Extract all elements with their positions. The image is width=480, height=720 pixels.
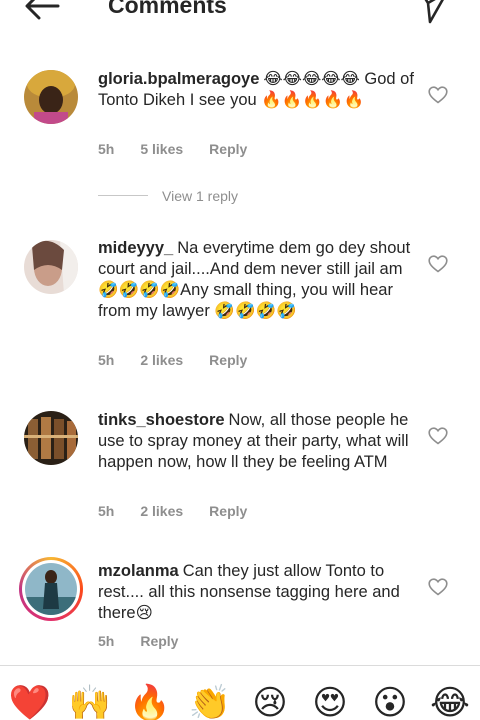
comment-time: 5h bbox=[98, 352, 115, 368]
back-arrow-icon[interactable] bbox=[22, 0, 62, 24]
send-icon[interactable] bbox=[418, 0, 450, 24]
comment-likes[interactable]: 2 likes bbox=[140, 352, 183, 368]
emoji-quick-bar: ❤️ 🙌 🔥 👏 😢 😍 😮 😂 bbox=[0, 665, 480, 720]
comment-meta: 5h 5 likes Reply bbox=[98, 141, 273, 157]
avatar[interactable] bbox=[24, 240, 78, 294]
avatar[interactable] bbox=[24, 411, 78, 465]
heart-emoji-button[interactable]: ❤️ bbox=[8, 683, 52, 720]
avatar bbox=[25, 563, 77, 615]
like-heart-icon[interactable] bbox=[428, 427, 448, 445]
story-ring-avatar[interactable] bbox=[19, 557, 83, 621]
header: Comments bbox=[0, 0, 480, 30]
reply-button[interactable]: Reply bbox=[209, 503, 247, 519]
fire-emoji-button[interactable]: 🔥 bbox=[128, 683, 172, 720]
like-heart-icon[interactable] bbox=[428, 86, 448, 104]
reply-button[interactable]: Reply bbox=[140, 633, 178, 649]
comment-meta: 5h 2 likes Reply bbox=[98, 352, 273, 368]
like-heart-icon[interactable] bbox=[428, 255, 448, 273]
surprised-emoji-button[interactable]: 😮 bbox=[368, 683, 412, 720]
comment-username[interactable]: tinks_shoestore bbox=[98, 411, 225, 429]
divider-line bbox=[98, 195, 148, 196]
clapping-emoji-button[interactable]: 👏 bbox=[188, 683, 232, 720]
reply-button[interactable]: Reply bbox=[209, 141, 247, 157]
laughing-emoji-button[interactable]: 😂 bbox=[428, 683, 472, 720]
comment-text-block: mideyyy_ Na everytime dem go dey shout co… bbox=[98, 238, 414, 322]
comment-text-block: tinks_shoestore Now, all those people he … bbox=[98, 410, 414, 473]
comment-text-block: gloria.bpalmeragoye 😂😂😂😂😂 God of Tonto Di… bbox=[98, 69, 414, 111]
comment-meta: 5h Reply bbox=[98, 633, 204, 649]
avatar[interactable] bbox=[24, 70, 78, 124]
comment-text-block: mzolanma Can they just allow Tonto to res… bbox=[98, 561, 414, 624]
comment-username[interactable]: mideyyy_ bbox=[98, 239, 173, 257]
comment-username[interactable]: gloria.bpalmeragoye bbox=[98, 70, 259, 88]
like-heart-icon[interactable] bbox=[428, 578, 448, 596]
comment-meta: 5h 2 likes Reply bbox=[98, 503, 273, 519]
raised-hands-emoji-button[interactable]: 🙌 bbox=[68, 683, 112, 720]
comment-likes[interactable]: 5 likes bbox=[140, 141, 183, 157]
comment-time: 5h bbox=[98, 503, 115, 519]
comment-username[interactable]: mzolanma bbox=[98, 562, 179, 580]
comment-time: 5h bbox=[98, 633, 115, 649]
crying-emoji-button[interactable]: 😢 bbox=[248, 683, 292, 720]
comment-likes[interactable]: 2 likes bbox=[140, 503, 183, 519]
comment-time: 5h bbox=[98, 141, 115, 157]
heart-eyes-emoji-button[interactable]: 😍 bbox=[308, 683, 352, 720]
reply-button[interactable]: Reply bbox=[209, 352, 247, 368]
page-title: Comments bbox=[108, 0, 227, 18]
view-replies-label[interactable]: View 1 reply bbox=[162, 188, 238, 204]
